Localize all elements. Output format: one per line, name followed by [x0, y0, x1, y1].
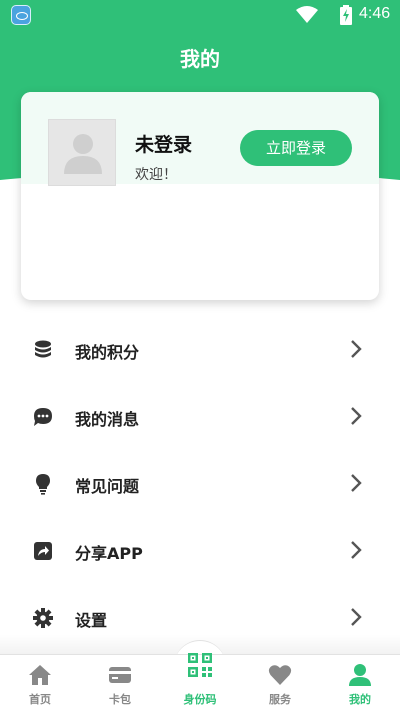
- card-icon: [109, 667, 131, 683]
- menu-item-label: 我的积分: [75, 343, 140, 362]
- avatar[interactable]: [48, 119, 116, 186]
- share-icon: [34, 542, 52, 560]
- login-status: 未登录: [135, 134, 193, 156]
- chevron-right-icon: [351, 340, 362, 358]
- heart-icon: [268, 665, 292, 685]
- app-notification-icon: [11, 5, 31, 25]
- tab-label: 身份码: [183, 693, 217, 706]
- chevron-right-icon: [351, 608, 362, 626]
- chat-icon: [34, 408, 52, 426]
- tab-home[interactable]: 首页: [0, 655, 80, 710]
- tab-mine[interactable]: 我的: [320, 655, 400, 710]
- login-button[interactable]: 立即登录: [240, 130, 352, 166]
- chevron-right-icon: [351, 474, 362, 492]
- tab-label: 首页: [29, 693, 51, 706]
- menu-item-share[interactable]: 分享APP: [0, 516, 400, 583]
- tab-card[interactable]: 卡包: [80, 655, 160, 710]
- menu-item-label: 常见问题: [75, 477, 140, 496]
- lightbulb-icon: [36, 474, 50, 495]
- person-icon: [349, 664, 371, 686]
- tab-label: 卡包: [109, 693, 131, 706]
- menu-item-label: 我的消息: [75, 410, 140, 429]
- battery-charging-icon: [340, 5, 352, 25]
- page-title: 我的: [180, 47, 220, 71]
- menu-item-faq[interactable]: 常见问题: [0, 449, 400, 516]
- welcome-text: 欢迎！: [135, 167, 177, 183]
- menu-item-messages[interactable]: 我的消息: [0, 382, 400, 449]
- tab-label: 我的: [349, 693, 371, 706]
- home-icon: [29, 665, 51, 685]
- menu-item-label: 分享APP: [75, 544, 143, 563]
- default-avatar-icon: [64, 134, 102, 174]
- chevron-right-icon: [351, 541, 362, 559]
- database-icon: [35, 340, 51, 358]
- tab-service[interactable]: 服务: [240, 655, 320, 710]
- profile-card: 未登录 欢迎！ 立即登录: [21, 92, 379, 300]
- chevron-right-icon: [351, 407, 362, 425]
- menu-item-points[interactable]: 我的积分: [0, 315, 400, 382]
- bottom-tab-bar: 首页 卡包 身份码 服务 我的: [0, 653, 400, 710]
- wifi-icon: [296, 6, 318, 23]
- tab-id-code[interactable]: 身份码: [160, 653, 240, 710]
- menu-item-label: 设置: [75, 611, 108, 630]
- status-bar: 4:46: [0, 0, 400, 30]
- qr-code-icon: [188, 653, 212, 677]
- gear-icon: [33, 608, 53, 628]
- tab-label: 服务: [269, 693, 291, 706]
- status-time: 4:46: [359, 5, 391, 22]
- menu-list: 我的积分 我的消息 常见问题 分享APP 设置: [0, 315, 400, 650]
